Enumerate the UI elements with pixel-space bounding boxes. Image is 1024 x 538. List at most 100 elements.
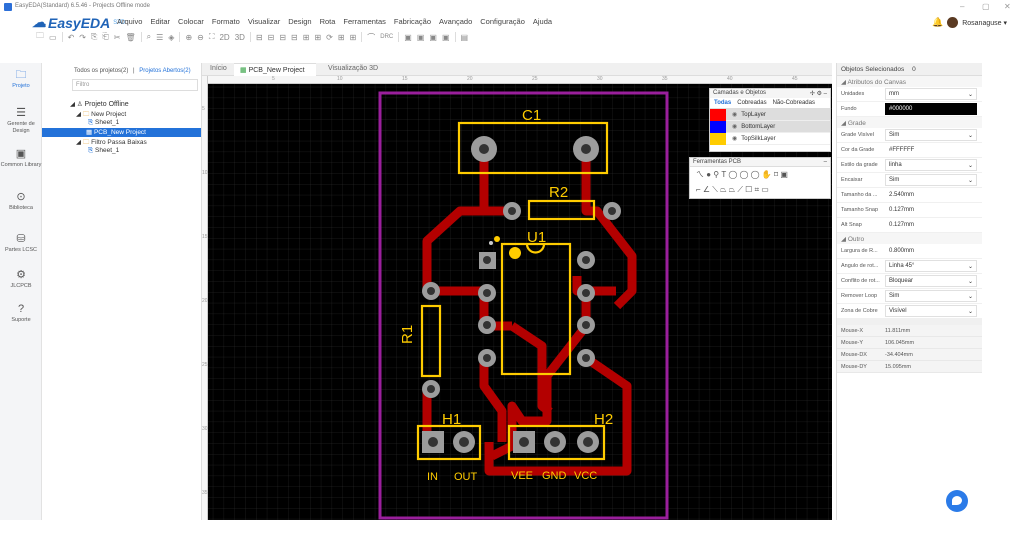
sidebar-item-list[interactable]: ☰ Gerente de Design: [0, 107, 42, 134]
menu-item[interactable]: Fabricação: [394, 17, 431, 26]
section-canvas[interactable]: ◢ Atributos do Canvas: [837, 76, 982, 87]
tab-home[interactable]: Início: [204, 63, 233, 76]
layer-icon[interactable]: ◈: [168, 33, 174, 42]
prop-select[interactable]: Sim ⌄: [885, 174, 977, 186]
pin-icon[interactable]: ✢ ⚙ –: [810, 90, 827, 97]
prop-select[interactable]: Sim ⌄: [885, 129, 977, 141]
align-right-icon[interactable]: ⊟: [268, 33, 275, 42]
group-icon[interactable]: ⊞: [338, 33, 345, 42]
menu-item[interactable]: Editar: [150, 17, 170, 26]
tab-all-layers[interactable]: Todas: [714, 100, 731, 106]
tab-copper-layers[interactable]: Cobreadas: [737, 100, 766, 106]
view-2d-button[interactable]: 2D: [219, 33, 229, 42]
tree-item-pcb[interactable]: ▦ PCB_New Project: [42, 128, 201, 137]
menu-item[interactable]: Arquivo: [117, 17, 142, 26]
prop-select[interactable]: linha ⌄: [885, 159, 977, 171]
menu-item[interactable]: Visualizar: [248, 17, 280, 26]
prop-input[interactable]: 2.540mm: [885, 189, 977, 201]
sidebar-item-folder[interactable]: 🗀 Projeto: [0, 69, 42, 90]
search-icon[interactable]: ⌕: [147, 32, 151, 42]
prop-select[interactable]: Visível ⌄: [885, 305, 977, 317]
folder-icon[interactable]: 🗀: [36, 30, 44, 44]
menu-item[interactable]: Ferramentas: [343, 17, 386, 26]
export-pnp-icon[interactable]: ▣: [429, 33, 437, 42]
copy-icon[interactable]: ⎘: [91, 32, 97, 42]
tab-all-projects[interactable]: Todos os projetos(2): [74, 68, 128, 74]
zoom-in-icon[interactable]: ⊕: [185, 33, 192, 42]
sidebar-item-parts[interactable]: ⛁ Partes LCSC: [0, 233, 42, 254]
prop-select[interactable]: Sim ⌄: [885, 290, 977, 302]
export-bom-icon[interactable]: ▣: [404, 33, 412, 42]
distribute-icon[interactable]: ⊞: [303, 33, 310, 42]
chat-button[interactable]: [946, 490, 968, 512]
zoom-out-icon[interactable]: ⊖: [197, 33, 204, 42]
tree-item-sheet-2[interactable]: ⎘ Sheet_1: [88, 147, 119, 155]
redo-icon[interactable]: ↷: [79, 33, 86, 42]
prop-input[interactable]: #FFFFFF: [885, 144, 977, 156]
pcb-tools-row-2[interactable]: ⌐ ∠ ⟍ ⏢ ⏢ ⟋ ☐ ⌗ ▭: [690, 182, 830, 197]
cut-icon[interactable]: ✂: [114, 33, 121, 42]
route-icon[interactable]: ⌒: [367, 32, 375, 43]
settings-icon[interactable]: ▤: [461, 33, 469, 42]
menu-item[interactable]: Colocar: [178, 17, 204, 26]
tree-item-offline[interactable]: ◢ ♙ Projeto Offline: [70, 100, 129, 108]
ungroup-icon[interactable]: ⊞: [350, 33, 357, 42]
prop-input[interactable]: #000000: [885, 103, 977, 115]
sidebar-item-search[interactable]: ⊙ Biblioteca: [0, 191, 42, 212]
eye-icon[interactable]: ◉: [732, 135, 737, 142]
view-3d-button[interactable]: 3D: [235, 33, 245, 42]
tab-noncopper-layers[interactable]: Não-Cobreadas: [773, 100, 815, 106]
layer-row-top[interactable]: ◉ TopLayer: [710, 108, 830, 121]
bell-icon[interactable]: 🔔: [932, 17, 943, 28]
menu-item[interactable]: Avançado: [439, 17, 472, 26]
prop-input[interactable]: 0.127mm: [885, 219, 977, 231]
avatar[interactable]: [947, 17, 959, 28]
tab-3d-view[interactable]: Visualização 3D: [322, 63, 384, 76]
delete-icon[interactable]: 🗑: [125, 33, 135, 42]
layer-row-silk[interactable]: ◉ TopSilkLayer: [710, 132, 830, 145]
align-icon[interactable]: ☰: [156, 33, 163, 42]
section-grid[interactable]: ◢ Grade: [837, 117, 982, 128]
user-name[interactable]: Rosanaguse ▾: [962, 19, 1007, 27]
section-other[interactable]: ◢ Outro: [837, 233, 982, 244]
menu-item[interactable]: Ajuda: [533, 17, 552, 26]
prop-select[interactable]: mm ⌄: [885, 88, 977, 100]
menu-item[interactable]: Design: [288, 17, 311, 26]
filter-input[interactable]: Filtro: [72, 79, 198, 91]
export-gerber-icon[interactable]: ▣: [417, 33, 425, 42]
eye-icon[interactable]: ◉: [732, 111, 737, 118]
drc-button[interactable]: DRC: [380, 34, 393, 40]
chevron-down-icon: ⌄: [967, 264, 973, 270]
align-left-icon[interactable]: ⊟: [256, 33, 263, 42]
maximize-button[interactable]: ▢: [982, 2, 990, 11]
sidebar-item-help[interactable]: ? Suporte: [0, 303, 42, 324]
fit-icon[interactable]: ⛶: [209, 32, 215, 42]
align-bottom-icon[interactable]: ⊟: [291, 33, 298, 42]
sidebar-item-jlcpcb[interactable]: ⚙ JLCPCB: [0, 269, 42, 290]
minimize-button[interactable]: –: [960, 2, 964, 11]
align-top-icon[interactable]: ⊟: [279, 33, 286, 42]
prop-input[interactable]: 0.127mm: [885, 204, 977, 216]
tab-pcb[interactable]: ▦ PCB_New Project: [234, 63, 316, 76]
layer-row-bottom[interactable]: ◉ BottomLayer: [710, 120, 830, 133]
rotate-icon[interactable]: ⟳: [326, 33, 333, 42]
undo-icon[interactable]: ↶: [68, 33, 75, 42]
collapse-icon[interactable]: –: [824, 159, 827, 165]
tree-item-sheet[interactable]: ⎘ Sheet_1: [88, 119, 119, 127]
menu-item[interactable]: Formato: [212, 17, 240, 26]
close-button[interactable]: ✕: [1004, 2, 1011, 11]
tab-open-projects[interactable]: Projetos Abertos(2): [139, 68, 190, 74]
order-icon[interactable]: ▣: [442, 33, 450, 42]
paste-icon[interactable]: ⎗: [102, 32, 108, 42]
menu-item[interactable]: Rota: [320, 17, 336, 26]
pcb-tools-row-1[interactable]: ㄟ ● ⚲ T ◯ ◯ ◯ ✋ ⌑ ▣: [690, 167, 830, 182]
prop-select[interactable]: Bloquear ⌄: [885, 275, 977, 287]
save-icon[interactable]: ▭: [49, 33, 57, 42]
flip-icon[interactable]: ⊞: [314, 33, 321, 42]
eye-icon[interactable]: ◉: [732, 123, 737, 130]
prop-select[interactable]: Linha 45° ⌄: [885, 260, 977, 272]
menu-item[interactable]: Configuração: [480, 17, 525, 26]
sidebar-item-chip[interactable]: ▣ Common Library: [0, 148, 42, 169]
prop-input[interactable]: 0.800mm: [885, 245, 977, 257]
easyeda-logo[interactable]: ☁ EasyEDA STD: [32, 14, 125, 31]
